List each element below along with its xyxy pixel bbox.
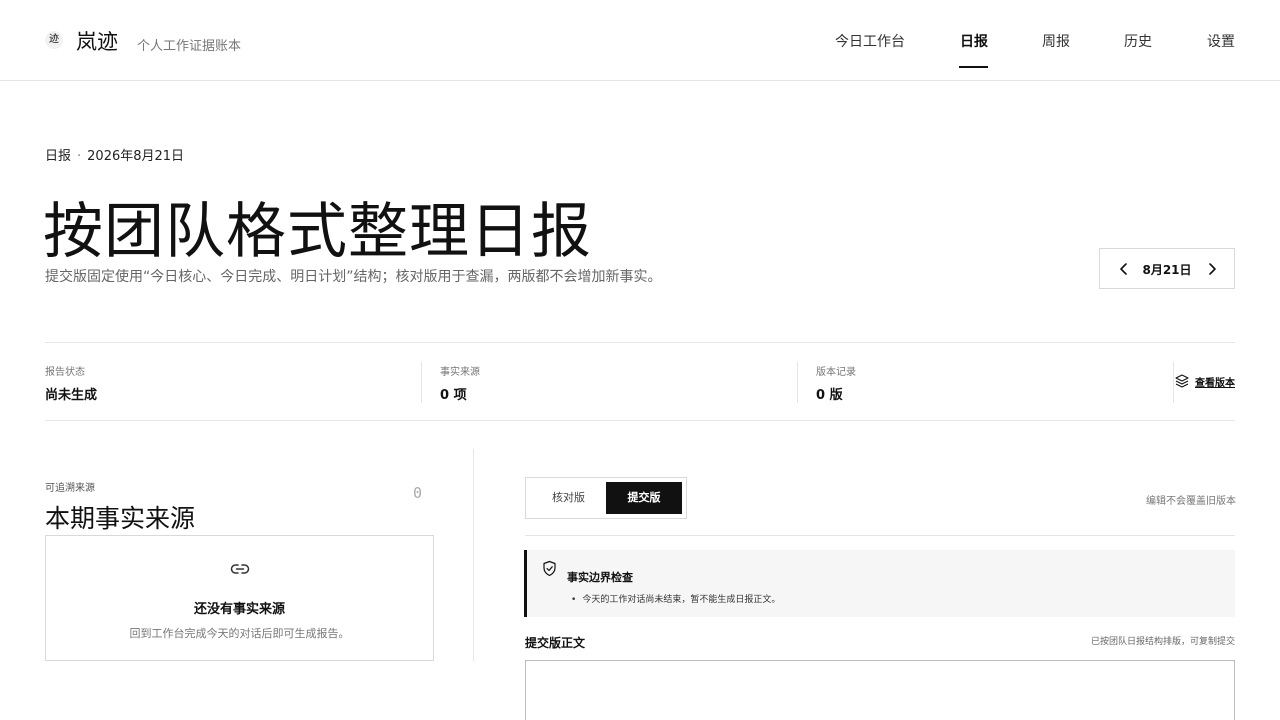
tab-review-version[interactable]: 核对版	[531, 482, 606, 514]
column-divider	[473, 449, 474, 661]
sources-title: 本期事实来源	[45, 504, 196, 533]
top-bar: 迹 岚迹 个人工作证据账本 今日工作台 日报 周报 历史 设置	[0, 0, 1280, 81]
report-stats: 报告状态 尚未生成 事实来源 0 项 版本记录 0 版 查看版本	[45, 342, 1235, 421]
breadcrumb-date: 2026年8月21日	[87, 149, 185, 164]
shield-check-icon	[543, 560, 556, 577]
nav-daily-report[interactable]: 日报	[960, 31, 988, 51]
stat-value: 0 版	[816, 388, 843, 403]
logo-mark[interactable]: 迹	[45, 31, 63, 49]
brand-name[interactable]: 岚迹	[76, 26, 118, 56]
stat-value: 0 项	[440, 388, 467, 403]
stat-divider	[797, 362, 798, 403]
chevron-right-icon	[1209, 263, 1216, 275]
breadcrumb-separator: ·	[77, 149, 82, 164]
next-day-button[interactable]	[1202, 259, 1222, 279]
sources-count: 0	[413, 484, 423, 502]
sources-eyebrow: 可追溯来源	[45, 483, 95, 494]
empty-state-description: 回到工作台完成今天的对话后即可生成报告。	[129, 627, 350, 640]
breadcrumb-section: 日报	[45, 149, 72, 164]
check-title: 事实边界检查	[567, 571, 633, 584]
tab-submit-version[interactable]: 提交版	[606, 482, 682, 514]
check-item: 今天的工作对话尚未结束，暂不能生成日报正文。	[571, 592, 780, 605]
submit-body-note: 已按团队日报结构排版，可复制提交	[1091, 637, 1236, 647]
current-date-label[interactable]: 8月21日	[1138, 261, 1196, 278]
active-nav-indicator	[959, 66, 988, 68]
page-subtitle: 提交版固定使用“今日核心、今日完成、明日计划”结构；核对版用于查漏，两版都不会增…	[45, 269, 662, 285]
nav-weekly-report[interactable]: 周报	[1042, 31, 1070, 51]
empty-state-title: 还没有事实来源	[193, 602, 285, 617]
sources-empty-state: 还没有事实来源 回到工作台完成今天的对话后即可生成报告。	[45, 535, 434, 661]
previous-day-button[interactable]	[1114, 259, 1134, 279]
submit-body-editor[interactable]	[525, 660, 1235, 720]
view-versions-label: 查看版本	[1195, 377, 1235, 389]
stat-fact-sources: 事实来源 0 项	[440, 363, 480, 403]
page-title: 按团队格式整理日报	[43, 197, 592, 267]
nav-today-workbench[interactable]: 今日工作台	[835, 31, 905, 51]
stat-report-status: 报告状态 尚未生成	[45, 363, 97, 403]
stat-label: 版本记录	[816, 367, 856, 378]
stat-version-records: 版本记录 0 版	[816, 363, 856, 403]
edit-note: 编辑不会覆盖旧版本	[1146, 496, 1236, 507]
link-icon	[230, 564, 250, 574]
nav-settings[interactable]: 设置	[1207, 31, 1235, 51]
chevron-left-icon	[1120, 263, 1127, 275]
stat-divider	[421, 362, 422, 403]
submit-body-label: 提交版正文	[525, 636, 586, 650]
stat-label: 事实来源	[440, 367, 480, 378]
date-navigator: 8月21日	[1099, 248, 1235, 289]
view-versions-link[interactable]: 查看版本	[1174, 373, 1235, 389]
stat-label: 报告状态	[45, 367, 85, 378]
layers-icon	[1175, 374, 1189, 388]
brand-tagline: 个人工作证据账本	[137, 39, 242, 54]
stat-value: 尚未生成	[45, 388, 98, 403]
version-toggle: 核对版 提交版	[525, 477, 687, 519]
fact-boundary-check: 事实边界检查 今天的工作对话尚未结束，暂不能生成日报正文。	[524, 550, 1235, 617]
nav-history[interactable]: 历史	[1124, 31, 1152, 51]
divider	[525, 535, 1235, 536]
breadcrumb: 日报 · 2026年8月21日	[45, 145, 184, 164]
